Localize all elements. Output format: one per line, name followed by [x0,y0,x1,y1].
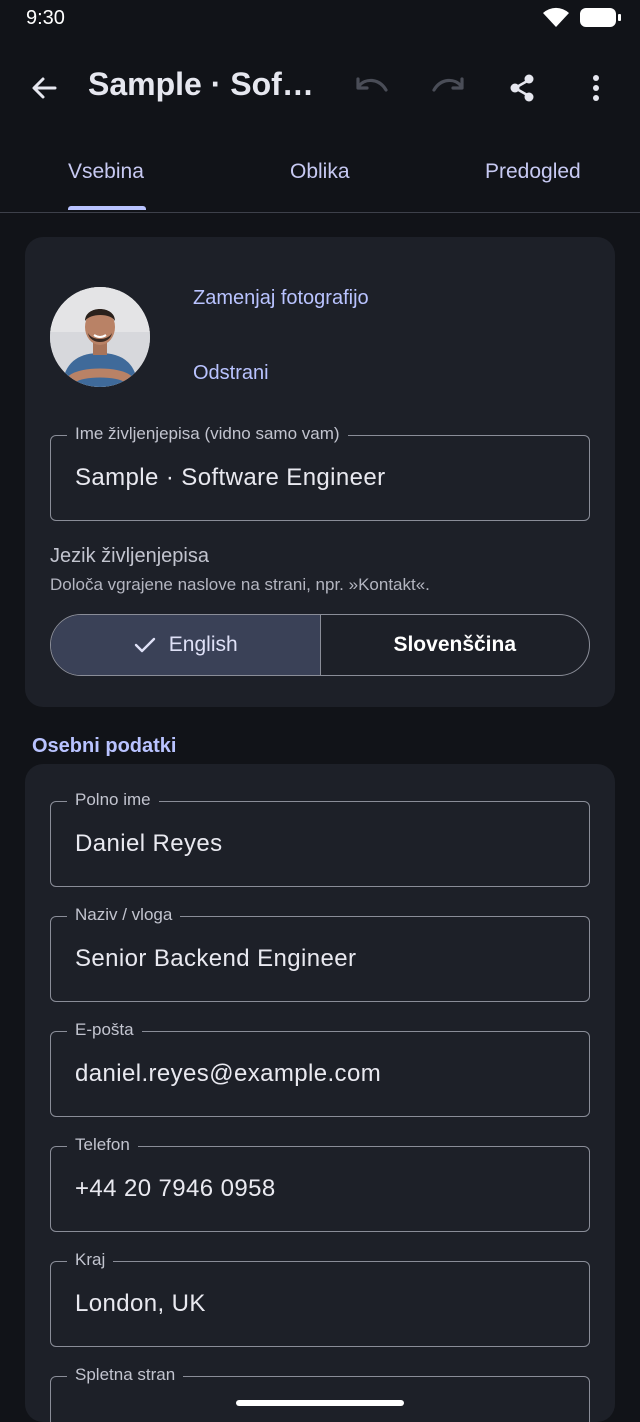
undo-icon [356,77,388,92]
more-vert-icon [593,75,599,101]
language-option-slovenian[interactable]: Slovenščina [321,615,590,675]
field-label: Ime življenjepisa (vidno samo vam) [67,424,348,444]
back-button[interactable] [20,64,68,112]
undo-button[interactable] [348,64,396,112]
field-value: Daniel Reyes [75,830,223,857]
resume-name-field[interactable]: Ime življenjepisa (vidno samo vam) Sampl… [50,424,590,521]
location-field[interactable]: Kraj London, UK [50,1250,590,1347]
share-button[interactable] [498,64,546,112]
tab-design[interactable]: Oblika [290,160,350,184]
language-subtitle: Določa vgrajene naslove na strani, npr. … [50,575,430,594]
segment-label: English [168,633,238,656]
tab-preview[interactable]: Predogled [485,160,581,184]
resume-settings-card: Zamenjaj fotografijo Odstrani Ime življe… [25,237,615,707]
full-name-field[interactable]: Polno ime Daniel Reyes [50,790,590,887]
share-icon [510,74,534,102]
field-label: Telefon [67,1135,138,1155]
field-value: Sample · Software Engineer [75,464,386,491]
field-label: Naziv / vloga [67,905,181,925]
language-selector: English Slovenščina [50,614,590,676]
tab-bar: Vsebina Oblika Predogled [0,140,640,213]
phone-field[interactable]: Telefon +44 20 7946 0958 [50,1135,590,1232]
status-time: 9:30 [26,7,65,29]
language-title: Jezik življenjepisa [50,545,209,567]
field-label: E-pošta [67,1020,142,1040]
profile-photo [50,287,150,387]
tab-content[interactable]: Vsebina [68,160,144,184]
redo-button[interactable] [424,64,472,112]
field-value: London, UK [75,1290,206,1317]
tab-indicator [68,206,146,210]
field-value: Senior Backend Engineer [75,945,357,972]
wifi-icon [543,7,569,28]
field-value: daniel.reyes@example.com [75,1060,382,1087]
language-option-english[interactable]: English [51,615,321,675]
remove-photo-button[interactable]: Odstrani [193,362,269,385]
battery-icon [580,7,621,27]
back-arrow-icon [32,77,57,99]
top-app-bar: Sample · Soft… [0,50,640,126]
replace-photo-button[interactable]: Zamenjaj fotografijo [193,287,369,310]
email-field[interactable]: E-pošta daniel.reyes@example.com [50,1020,590,1117]
segment-label: Slovenščina [393,633,517,656]
field-label: Kraj [67,1250,114,1270]
redo-icon [432,77,464,92]
check-icon [134,637,155,653]
avatar[interactable] [50,287,150,387]
status-icons [542,6,621,28]
page-title: Sample · Soft… [88,66,320,102]
personal-section-title: Osebni podatki [32,735,177,757]
field-label: Spletna stran [67,1365,184,1385]
status-bar: 9:30 [0,0,640,38]
home-indicator[interactable] [236,1400,404,1406]
field-label: Polno ime [67,790,159,810]
field-value: +44 20 7946 0958 [75,1175,276,1202]
job-title-field[interactable]: Naziv / vloga Senior Backend Engineer [50,905,590,1002]
more-options-button[interactable] [572,64,620,112]
website-field[interactable]: Spletna stran [50,1365,590,1422]
personal-details-card: Polno ime Daniel Reyes Naziv / vloga Sen… [25,764,615,1422]
